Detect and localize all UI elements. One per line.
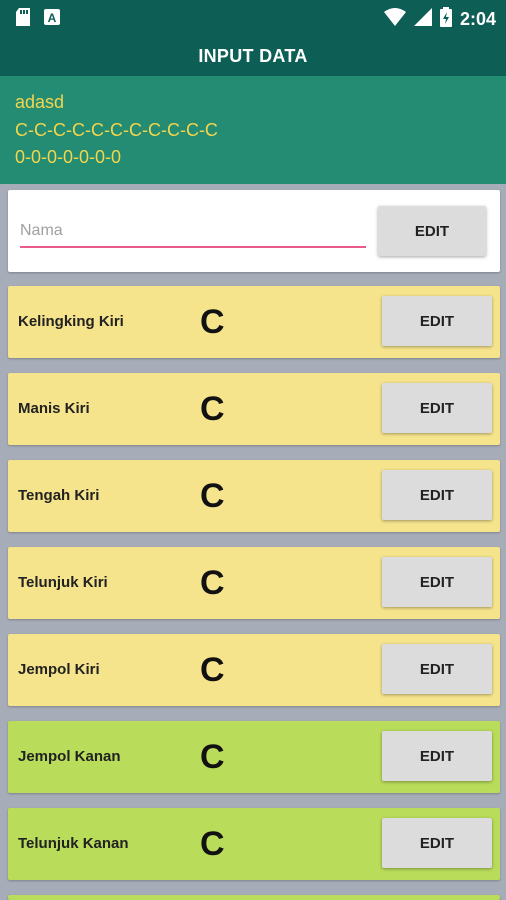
finger-label: Jempol Kanan — [18, 748, 121, 765]
finger-row-kelingking-kiri: Kelingking Kiri C EDIT — [8, 286, 500, 358]
name-card: EDIT — [8, 190, 500, 272]
finger-value: C — [200, 564, 225, 602]
edit-telunjuk-kiri-button[interactable]: EDIT — [382, 557, 492, 607]
finger-value: C — [200, 390, 225, 428]
finger-label: Manis Kiri — [18, 400, 90, 417]
finger-row-manis-kiri: Manis Kiri C EDIT — [8, 373, 500, 445]
finger-label: Tengah Kiri — [18, 487, 100, 504]
finger-row-jempol-kiri: Jempol Kiri C EDIT — [8, 634, 500, 706]
finger-label: Jempol Kiri — [18, 661, 100, 678]
finger-value: C — [200, 303, 225, 341]
edit-manis-kiri-button[interactable]: EDIT — [382, 383, 492, 433]
finger-value: C — [200, 477, 225, 515]
finger-row-jempol-kanan: Jempol Kanan C EDIT — [8, 721, 500, 793]
edit-telunjuk-kanan-button[interactable]: EDIT — [382, 818, 492, 868]
summary-values: C-C-C-C-C-C-C-C-C-C-C — [15, 120, 218, 140]
battery-icon — [439, 7, 452, 32]
edit-jempol-kanan-button[interactable]: EDIT — [382, 731, 492, 781]
wifi-icon — [383, 8, 406, 31]
sd-card-icon — [16, 8, 30, 31]
finger-label: Telunjuk Kiri — [18, 574, 108, 591]
edit-name-button[interactable]: EDIT — [378, 206, 486, 256]
finger-row-telunjuk-kiri: Telunjuk Kiri C EDIT — [8, 547, 500, 619]
finger-row-tengah-kiri: Tengah Kiri C EDIT — [8, 460, 500, 532]
app-bar-title: INPUT DATA — [0, 36, 506, 76]
signal-icon — [413, 8, 432, 31]
edit-jempol-kiri-button[interactable]: EDIT — [382, 644, 492, 694]
summary-numbers: 0-0-0-0-0-0-0 — [15, 147, 122, 167]
edit-tengah-kiri-button[interactable]: EDIT — [382, 470, 492, 520]
finger-row-telunjuk-kanan: Telunjuk Kanan C EDIT — [8, 808, 500, 880]
name-input[interactable] — [20, 216, 366, 248]
status-bar: A 2:04 — [0, 0, 506, 36]
status-time: 2:04 — [459, 9, 496, 29]
finger-label: Telunjuk Kanan — [18, 835, 129, 852]
finger-value: C — [200, 738, 225, 776]
finger-label: Kelingking Kiri — [18, 313, 124, 330]
summary-header: adasd C-C-C-C-C-C-C-C-C-C-C 0-0-0-0-0-0-… — [0, 76, 506, 184]
summary-name: adasd — [15, 92, 65, 112]
edit-kelingking-kiri-button[interactable]: EDIT — [382, 296, 492, 346]
finger-row-next-partial — [8, 895, 500, 900]
font-a-icon: A — [44, 9, 60, 30]
svg-text:A: A — [48, 11, 57, 25]
finger-value: C — [200, 825, 225, 863]
finger-value: C — [200, 651, 225, 689]
